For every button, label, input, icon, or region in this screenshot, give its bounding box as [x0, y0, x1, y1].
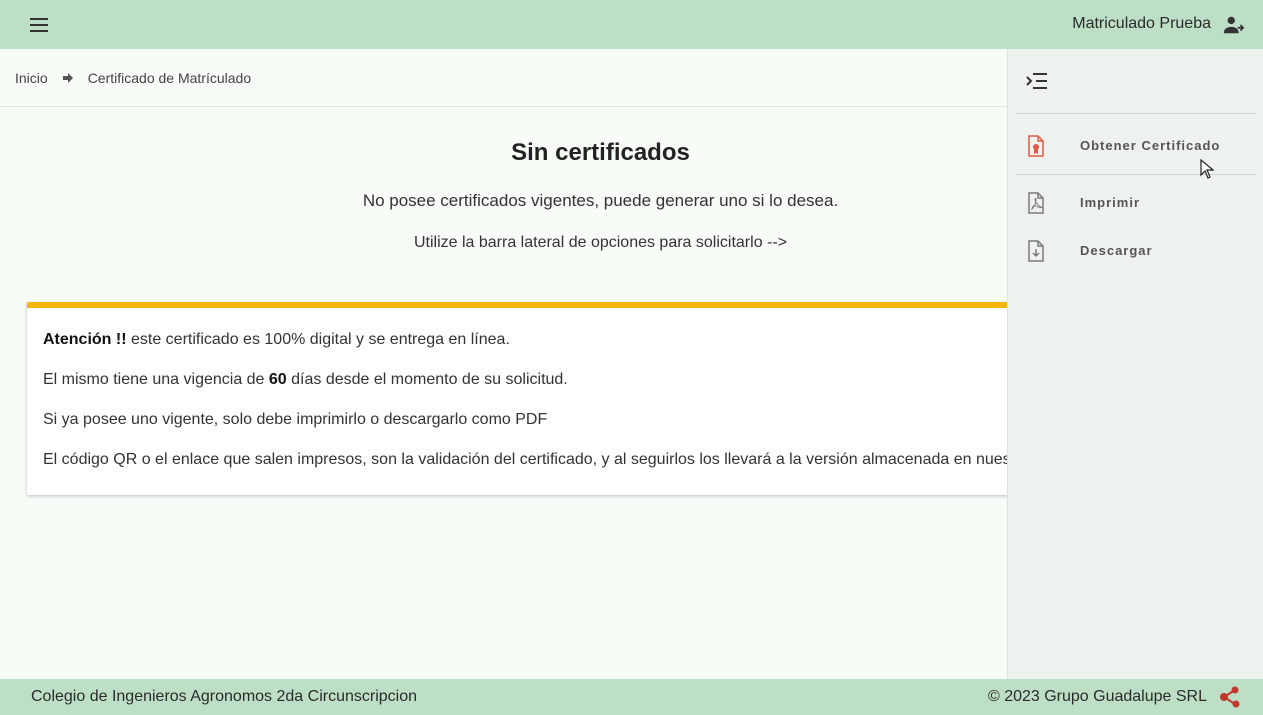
notice-validity-days: 60 — [268, 371, 287, 388]
footer: Colegio de Ingenieros Agronomos 2da Circ… — [0, 679, 1263, 715]
share-logo-icon[interactable] — [1218, 686, 1242, 708]
sidebar-item-obtener-certificado[interactable]: Obtener Certificado — [1016, 126, 1256, 166]
notice-line-2-post: días desde el momento de su solicitud. — [286, 371, 568, 388]
sidebar-hint: Utilize la barra lateral de opciones par… — [413, 234, 788, 251]
options-sidebar: Obtener Certificado Imprimir Descargar — [1007, 49, 1263, 679]
sidebar-toggle-icon[interactable] — [1026, 72, 1048, 90]
pdf-file-icon — [1028, 192, 1044, 214]
main-content: Sin certificados No posee certificados v… — [0, 107, 1007, 679]
mouse-cursor-icon — [1200, 159, 1214, 179]
notice-line-4: El código QR o el enlace que salen impre… — [43, 451, 1007, 468]
sidebar-item-label: Descargar — [1080, 243, 1153, 258]
notice-card: Atención !! este certificado es 100% dig… — [27, 302, 1007, 495]
sidebar-divider — [1016, 113, 1256, 114]
sidebar-item-descargar[interactable]: Descargar — [1016, 231, 1256, 271]
notice-line-1: Atención !! este certificado es 100% dig… — [43, 331, 510, 349]
arrow-right-icon — [62, 72, 73, 83]
sidebar-divider — [1016, 174, 1256, 175]
breadcrumb-home[interactable]: Inicio — [15, 70, 48, 86]
page-subtitle: No posee certificados vigentes, puede ge… — [362, 191, 839, 210]
sidebar-item-label: Imprimir — [1080, 195, 1141, 210]
top-app-bar: Matriculado Prueba — [0, 0, 1263, 49]
footer-copyright: © 2023 Grupo Guadalupe SRL — [987, 688, 1207, 705]
sidebar-item-imprimir[interactable]: Imprimir — [1016, 183, 1256, 223]
notice-line-2: El mismo tiene una vigencia de 60 días d… — [43, 371, 568, 389]
breadcrumb: Inicio Certificado de Matrículado — [0, 49, 1007, 107]
certificate-icon — [1028, 135, 1044, 157]
sidebar-item-label: Obtener Certificado — [1080, 138, 1221, 153]
footer-organization: Colegio de Ingenieros Agronomos 2da Circ… — [31, 688, 417, 705]
notice-line-1-text: este certificado es 100% digital y se en… — [126, 331, 510, 348]
user-name[interactable]: Matriculado Prueba — [1072, 15, 1211, 33]
download-file-icon — [1028, 240, 1044, 262]
notice-line-2-pre: El mismo tiene una vigencia de — [43, 371, 269, 388]
notice-attention: Atención !! — [43, 331, 127, 348]
menu-icon[interactable] — [27, 14, 51, 36]
page-title: Sin certificados — [511, 139, 690, 166]
notice-line-3: Si ya posee uno vigente, solo debe impri… — [43, 411, 548, 428]
breadcrumb-current: Certificado de Matrículado — [87, 69, 252, 86]
user-icon[interactable] — [1223, 14, 1245, 36]
